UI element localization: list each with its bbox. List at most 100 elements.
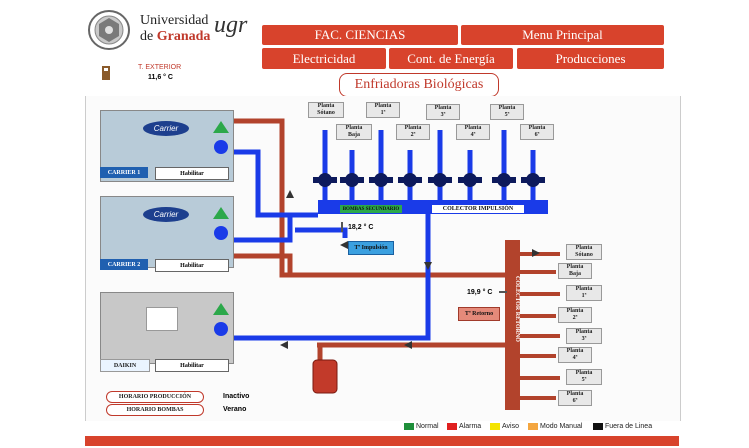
plant-label-line2: 4ª [470,132,476,138]
circle-icon [214,140,228,154]
supply-plant-3[interactable]: Planta 3ª [426,104,460,120]
retorno-temp-value: 19,9 ° C [467,289,493,296]
carrier-logo: Carrier [143,207,189,222]
legend-label: Alarma [459,423,482,430]
plant-label-line2: 1ª [380,110,386,116]
plant-label-line2: 6ª [534,132,540,138]
expansion-tank-icon [312,359,338,394]
plant-label-line1: Planta [434,105,452,111]
triangle-icon [213,303,229,315]
schedule-bombas-state: Verano [223,406,247,413]
status-icons [213,207,229,240]
plant-label-line2: 5ª [504,112,510,118]
retorno-temp-label[interactable]: Tª Retorno [458,307,500,321]
habilitar-carrier-2[interactable]: Habilitar [155,259,229,272]
plant-label-line1: Planta [575,329,593,335]
legend-label: Normal [416,423,439,430]
legend-aviso: Aviso [490,423,519,430]
pump-icon [521,173,545,187]
triangle-icon [213,207,229,219]
plant-label-line2: Baja [569,271,581,277]
return-plant-baja[interactable]: Planta Baja [558,263,592,279]
pump-icon [492,173,516,187]
pump-icon [458,173,482,187]
collector-impulsion-label: COLECTOR IMPULSIÓN [432,205,524,213]
plant-label-line1: Planta [464,125,482,131]
plant-label-line2: 5ª [581,377,587,383]
plant-label-line2: 2ª [572,315,578,321]
plant-label-line1: Planta [566,391,584,397]
pump-icon [369,173,393,187]
circle-icon [214,322,228,336]
plant-label-line2: 4ª [572,355,578,361]
supply-plant-2[interactable]: Planta 2ª [396,124,430,140]
return-plant-3[interactable]: Planta 3ª [566,328,602,344]
arrow-up-icon [286,190,294,198]
return-plant-5[interactable]: Planta 5ª [566,369,602,385]
plant-label-line1: Planta [528,125,546,131]
supply-plant-5[interactable]: Planta 5ª [490,104,524,120]
pump-icon [313,173,337,187]
plant-label-line2: 2ª [410,132,416,138]
daikin-logo [146,307,178,331]
schedule-produccion-state: Inactivo [223,393,250,400]
footer-bar [85,436,679,446]
legend-swatch [447,423,457,430]
plant-label-line2: 6ª [572,398,578,404]
supply-plant-baja[interactable]: Planta Baja [336,124,372,140]
plant-label-line1: Planta [575,286,593,292]
supply-plant-6[interactable]: Planta 6ª [520,124,554,140]
pump-icon [398,173,422,187]
unit-name-daikin: DAIKIN [100,359,150,372]
impulsion-temp-value: 18,2 ° C [348,224,374,231]
schedule-bombas-button[interactable]: HORARIO BOMBAS [106,404,204,416]
habilitar-daikin[interactable]: Habilitar [155,359,229,372]
pump-icon [428,173,452,187]
plant-label-line2: Baja [348,132,360,138]
plant-label-line1: Planta [317,103,335,109]
plant-label-line2: 3ª [581,336,587,342]
legend-label: Fuera de Linea [605,423,653,430]
circle-icon [214,226,228,240]
plant-label-line1: Planta [374,103,392,109]
schedule-produccion-button[interactable]: HORARIO PRODUCCIÓN [106,391,204,403]
status-icons [213,121,229,154]
legend-swatch [593,423,603,430]
plant-label-line1: Planta [566,308,584,314]
plant-label-line2: Sótano [575,252,593,258]
supply-plant-sotano[interactable]: Planta Sótano [308,102,344,118]
status-icons [213,303,229,336]
return-plant-2[interactable]: Planta 2ª [558,307,592,323]
legend-swatch [528,423,538,430]
legend-normal: Normal [404,423,439,430]
pumps-secondary-label: BOMBAS SECUNDARIO [340,205,402,213]
return-plant-6[interactable]: Planta 6ª [558,390,592,406]
legend-swatch [490,423,500,430]
impulsion-temp-label[interactable]: Tª Impulsión [348,241,394,255]
plant-label-line1: Planta [566,348,584,354]
return-plant-1[interactable]: Planta 1ª [566,285,602,301]
arrow-down-icon [424,262,432,270]
plant-label-line1: Planta [498,105,516,111]
legend-alarma: Alarma [447,423,481,430]
arrow-left-icon [280,341,288,349]
arrow-left-icon [340,241,348,249]
supply-plant-4[interactable]: Planta 4ª [456,124,490,140]
plant-label-line2: Sótano [317,110,335,116]
plant-label-line2: 1ª [581,293,587,299]
supply-plant-1[interactable]: Planta 1ª [366,102,400,118]
chiller-daikin[interactable] [100,292,234,364]
return-plant-4[interactable]: Planta 4ª [558,347,592,363]
plant-label-line1: Planta [575,245,593,251]
unit-name-carrier-2: CARRIER 2 [100,259,148,270]
plant-label-line1: Planta [404,125,422,131]
plant-label-line1: Planta [566,264,584,270]
return-plant-sotano[interactable]: Planta Sótano [566,244,602,260]
chiller-carrier-2[interactable]: Carrier [100,196,234,268]
unit-name-carrier-1: CARRIER 1 [100,167,148,178]
carrier-logo: Carrier [143,121,189,136]
collector-retorno-label: COLECTOR RETORNO [514,276,520,342]
plant-label-line2: 3ª [440,112,446,118]
triangle-icon [213,121,229,133]
habilitar-carrier-1[interactable]: Habilitar [155,167,229,180]
